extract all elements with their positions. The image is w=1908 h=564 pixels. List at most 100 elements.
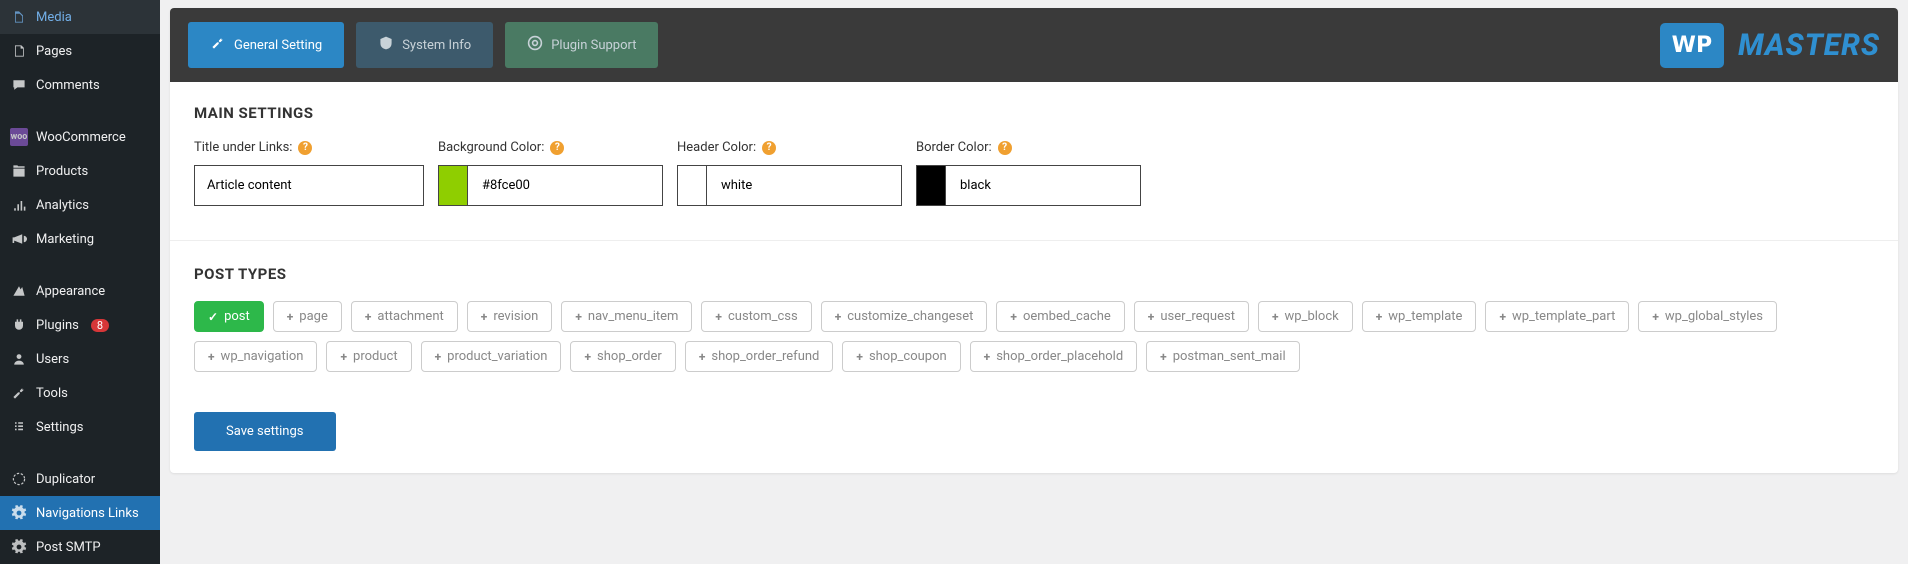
- input-title-under-links[interactable]: [194, 165, 424, 206]
- plugins-badge: 8: [91, 319, 109, 332]
- label-header-color: Header Color: ?: [677, 140, 902, 155]
- post-type-tag-oembed_cache[interactable]: +oembed_cache: [996, 301, 1124, 332]
- tag-label: revision: [493, 309, 538, 324]
- products-icon: [10, 162, 28, 180]
- tab-label: General Setting: [234, 38, 322, 53]
- sidebar-label: Appearance: [36, 284, 105, 299]
- help-icon[interactable]: ?: [998, 141, 1012, 155]
- save-settings-button[interactable]: Save settings: [194, 412, 336, 451]
- sidebar-item-marketing[interactable]: Marketing: [0, 222, 160, 256]
- sidebar-item-media[interactable]: Media: [0, 0, 160, 34]
- post-type-tag-wp_template_part[interactable]: + wp_template_part: [1485, 301, 1629, 332]
- appearance-icon: [10, 282, 28, 300]
- tag-label: nav_menu_item: [588, 309, 679, 324]
- shield-icon: [378, 35, 394, 55]
- lifebuoy-icon: [527, 35, 543, 55]
- plus-icon: +: [435, 350, 442, 364]
- sidebar-item-woocommerce[interactable]: woo WooCommerce: [0, 120, 160, 154]
- gear-icon: [10, 538, 28, 556]
- logo-text: MASTERS: [1738, 28, 1880, 63]
- plus-icon: +: [1160, 350, 1167, 364]
- tag-label: shop_coupon: [869, 349, 947, 364]
- tag-label: wp_template: [1388, 309, 1462, 324]
- input-background-color[interactable]: [468, 166, 662, 205]
- sidebar-item-comments[interactable]: Comments: [0, 68, 160, 102]
- sidebar-label: Products: [36, 164, 88, 179]
- post-type-tag-postman_sent_mail[interactable]: +postman_sent_mail: [1146, 341, 1299, 372]
- swatch-background-color[interactable]: [439, 166, 468, 205]
- plus-icon: +: [365, 310, 372, 324]
- help-icon[interactable]: ?: [550, 141, 564, 155]
- plus-icon: +: [575, 310, 582, 324]
- tab-general-setting[interactable]: General Setting: [188, 22, 344, 68]
- post-type-tag-product[interactable]: + product: [326, 341, 411, 372]
- tag-label: product_variation: [447, 349, 547, 364]
- post-type-tag-revision[interactable]: +revision: [467, 301, 553, 332]
- tag-label: shop_order: [597, 349, 662, 364]
- post-type-tag-shop_order[interactable]: +shop_order: [570, 341, 675, 372]
- post-type-tag-post[interactable]: ✓post: [194, 301, 264, 332]
- post-type-tag-page[interactable]: +page: [273, 301, 342, 332]
- tag-label: product: [353, 349, 398, 364]
- section-title-main-settings: MAIN SETTINGS: [194, 104, 1874, 122]
- tag-label: wp_navigation: [221, 349, 304, 364]
- sidebar-item-duplicator[interactable]: Duplicator: [0, 462, 160, 496]
- tag-label: wp_block: [1285, 309, 1339, 324]
- post-type-tag-customize_changeset[interactable]: + customize_changeset: [821, 301, 988, 332]
- tab-label: System Info: [402, 38, 471, 53]
- sidebar-label: WooCommerce: [36, 130, 126, 145]
- sidebar-item-plugins[interactable]: Plugins 8: [0, 308, 160, 342]
- tag-label: custom_css: [728, 309, 798, 324]
- sidebar-item-products[interactable]: Products: [0, 154, 160, 188]
- divider: [170, 240, 1898, 241]
- sidebar-item-post-smtp[interactable]: Post SMTP: [0, 530, 160, 564]
- sidebar-item-pages[interactable]: Pages: [0, 34, 160, 68]
- post-type-tag-nav_menu_item[interactable]: + nav_menu_item: [561, 301, 692, 332]
- plus-icon: +: [1010, 310, 1017, 324]
- tag-label: customize_changeset: [847, 309, 973, 324]
- sidebar-label: Tools: [36, 386, 68, 401]
- post-type-tag-product_variation[interactable]: + product_variation: [421, 341, 562, 372]
- help-icon[interactable]: ?: [762, 141, 776, 155]
- sidebar-item-tools[interactable]: Tools: [0, 376, 160, 410]
- post-type-tag-shop_order_refund[interactable]: +shop_order_refund: [685, 341, 834, 372]
- sidebar-label: Comments: [36, 78, 100, 93]
- media-icon: [10, 8, 28, 26]
- plugin-header: General Setting System Info Plugin Suppo…: [170, 8, 1898, 82]
- sidebar-item-settings[interactable]: Settings: [0, 410, 160, 444]
- sidebar-label: Navigations Links: [36, 506, 139, 521]
- users-icon: [10, 350, 28, 368]
- post-type-tag-wp_block[interactable]: + wp_block: [1258, 301, 1353, 332]
- plus-icon: +: [1499, 310, 1506, 324]
- post-type-tag-shop_order_placehold[interactable]: +shop_order_placehold: [970, 341, 1138, 372]
- woocommerce-icon: woo: [10, 128, 28, 146]
- input-border-color[interactable]: [946, 166, 1140, 205]
- plus-icon: +: [340, 350, 347, 364]
- tab-system-info[interactable]: System Info: [356, 22, 493, 68]
- post-type-tag-user_request[interactable]: +user_request: [1134, 301, 1249, 332]
- input-header-color[interactable]: [707, 166, 901, 205]
- duplicator-icon: [10, 470, 28, 488]
- swatch-border-color[interactable]: [917, 166, 946, 205]
- sidebar-item-navigations-links[interactable]: Navigations Links: [0, 496, 160, 530]
- plus-icon: +: [715, 310, 722, 324]
- label-border-color: Border Color: ?: [916, 140, 1141, 155]
- post-type-tag-wp_template[interactable]: + wp_template: [1362, 301, 1477, 332]
- tag-label: wp_template_part: [1512, 309, 1615, 324]
- post-type-tag-wp_navigation[interactable]: +wp_navigation: [194, 341, 317, 372]
- sidebar-item-analytics[interactable]: Analytics: [0, 188, 160, 222]
- plus-icon: +: [1272, 310, 1279, 324]
- sidebar-item-users[interactable]: Users: [0, 342, 160, 376]
- label-background-color: Background Color: ?: [438, 140, 663, 155]
- post-type-tag-custom_css[interactable]: + custom_css: [701, 301, 811, 332]
- plus-icon: +: [1376, 310, 1383, 324]
- swatch-header-color[interactable]: [678, 166, 707, 205]
- plus-icon: +: [835, 310, 842, 324]
- tag-label: shop_order_placehold: [996, 349, 1123, 364]
- post-type-tag-shop_coupon[interactable]: +shop_coupon: [842, 341, 960, 372]
- post-type-tag-wp_global_styles[interactable]: +wp_global_styles: [1638, 301, 1777, 332]
- tab-plugin-support[interactable]: Plugin Support: [505, 22, 658, 68]
- post-type-tag-attachment[interactable]: +attachment: [351, 301, 458, 332]
- help-icon[interactable]: ?: [298, 141, 312, 155]
- sidebar-item-appearance[interactable]: Appearance: [0, 274, 160, 308]
